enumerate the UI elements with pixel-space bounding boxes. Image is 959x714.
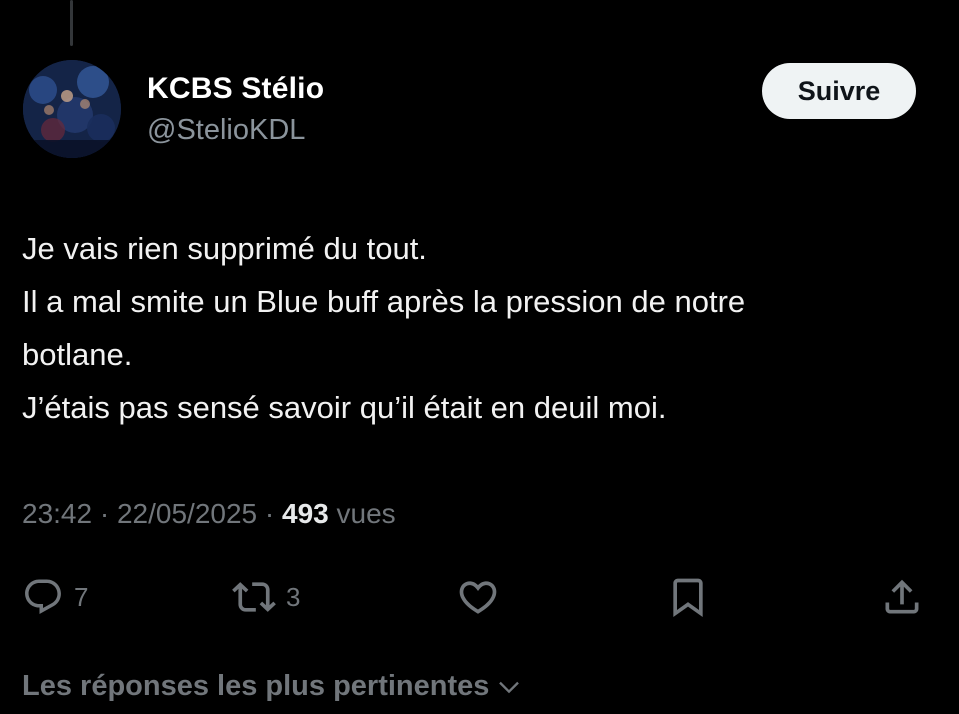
- bookmark-button[interactable]: [666, 572, 710, 622]
- meta-separator: ·: [99, 498, 110, 529]
- avatar-photo-icon: [23, 60, 121, 158]
- share-icon: [885, 579, 919, 614]
- tweet-text-line: Je vais rien supprimé du tout.: [22, 231, 427, 266]
- like-button[interactable]: [456, 572, 500, 622]
- thread-connector-line: [70, 0, 73, 46]
- tweet-text-line: Il a mal smite un Blue buff après la pre…: [22, 284, 746, 319]
- tweet-text: Je vais rien supprimé du tout. Il a mal …: [22, 222, 942, 434]
- author-display-name[interactable]: KCBS Stélio: [147, 72, 324, 106]
- views-count: 493: [282, 498, 329, 529]
- views-label: vues: [336, 498, 396, 529]
- avatar[interactable]: [23, 60, 121, 158]
- follow-button[interactable]: Suivre: [762, 63, 916, 119]
- share-button[interactable]: [880, 572, 924, 622]
- tweet-text-line: botlane.: [22, 337, 133, 372]
- reply-button[interactable]: 7: [22, 572, 88, 622]
- tweet-action-bar: 7 3: [0, 572, 959, 622]
- tweet-text-line: J’étais pas sensé savoir qu’il était en …: [22, 390, 667, 425]
- replies-sort-dropdown[interactable]: Les réponses les plus pertinentes: [22, 670, 523, 703]
- heart-icon: [459, 581, 497, 614]
- tweet-metadata: 23:42 · 22/05/2025 · 493 vues: [22, 498, 396, 530]
- reply-count: 7: [74, 581, 89, 612]
- replies-sort-label: Les réponses les plus pertinentes: [22, 670, 490, 702]
- bookmark-icon: [673, 578, 703, 618]
- tweet-time[interactable]: 23:42: [22, 498, 92, 529]
- reply-icon: [25, 579, 61, 614]
- chevron-down-icon: [499, 681, 520, 693]
- meta-separator: ·: [264, 498, 275, 529]
- retweet-count: 3: [286, 581, 301, 612]
- tweet-date[interactable]: 22/05/2025: [117, 498, 257, 529]
- retweet-button[interactable]: 3: [232, 572, 300, 622]
- retweet-icon: [232, 582, 276, 612]
- author-handle[interactable]: @StelioKDL: [147, 114, 305, 147]
